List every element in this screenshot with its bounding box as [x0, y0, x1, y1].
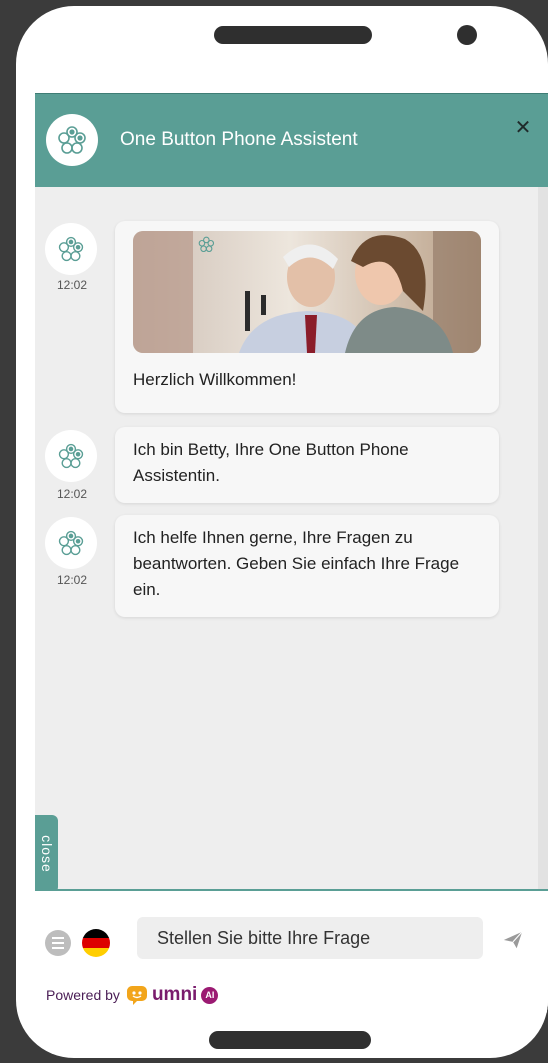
message-time: 12:02 [56, 573, 88, 587]
send-icon[interactable] [501, 928, 525, 952]
bot-avatar [45, 223, 97, 275]
chat-header: One Button Phone Assistent ✕ [35, 93, 548, 188]
phone-frame: One Button Phone Assistent ✕ 12:02 Herzl… [16, 6, 548, 1058]
german-flag-icon[interactable] [82, 929, 110, 957]
phone-camera [457, 25, 477, 45]
ai-badge: AI [201, 986, 219, 1004]
message-bubble: Herzlich Willkommen! [115, 221, 499, 413]
message-time: 12:02 [56, 278, 88, 292]
powered-by-label: Powered by [46, 987, 120, 1003]
close-icon[interactable]: ✕ [512, 116, 534, 139]
chat-widget: One Button Phone Assistent ✕ 12:02 Herzl… [35, 93, 548, 1013]
menu-icon[interactable] [45, 930, 71, 956]
side-close-tab-label: close [38, 835, 55, 873]
chat-title: One Button Phone Assistent [120, 129, 358, 150]
chat-scrollbar[interactable] [538, 187, 548, 889]
question-input-placeholder: Stellen Sie bitte Ihre Frage [157, 927, 371, 948]
message-bubble: Ich helfe Ihnen gerne, Ihre Fragen zu be… [115, 515, 499, 617]
chat-messages: 12:02 Herzlich Willkommen! 12:02 Ich bin… [35, 187, 548, 889]
phone-speaker [214, 26, 372, 44]
phone-home-bar [209, 1031, 371, 1049]
umni-logo[interactable]: umni AI [126, 984, 219, 1006]
side-close-tab[interactable]: close [35, 815, 58, 893]
assistant-logo-icon [46, 114, 98, 166]
bot-avatar [45, 517, 97, 569]
chat-footer: Stellen Sie bitte Ihre Frage Powered by [35, 889, 548, 1013]
message-text: Ich bin Betty, Ihre One Button Phone Ass… [133, 440, 409, 485]
umni-chat-icon [126, 986, 147, 1005]
message-bubble: Ich bin Betty, Ihre One Button Phone Ass… [115, 427, 499, 503]
umni-brand-name: umni [151, 984, 198, 1005]
message-text: Herzlich Willkommen! [133, 370, 297, 389]
question-input[interactable]: Stellen Sie bitte Ihre Frage [137, 917, 483, 959]
message-time: 12:02 [56, 487, 88, 501]
powered-by: Powered by umni AI [46, 984, 219, 1006]
bot-avatar [45, 430, 97, 482]
welcome-image [133, 231, 481, 353]
message-text: Ich helfe Ihnen gerne, Ihre Fragen zu be… [133, 528, 460, 599]
